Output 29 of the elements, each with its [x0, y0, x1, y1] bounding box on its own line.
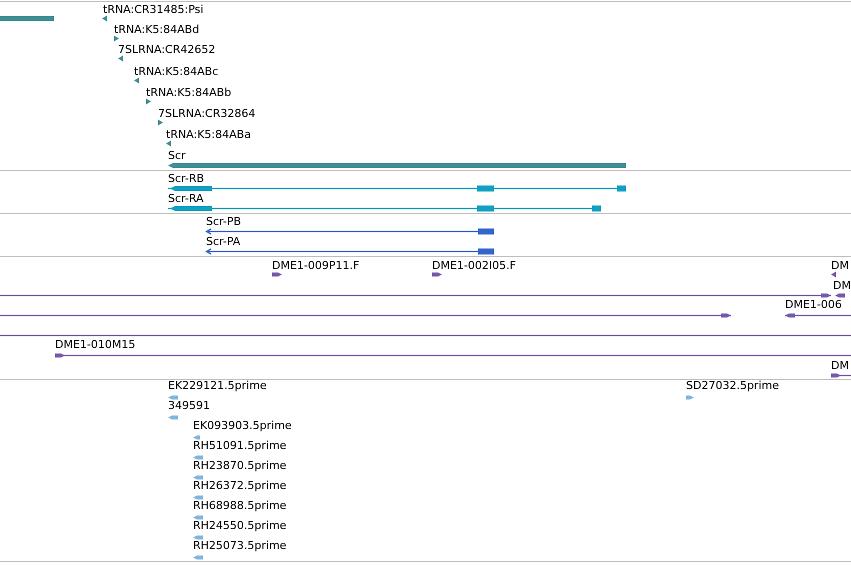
feature-label: DME1-006 — [785, 298, 842, 311]
feature-label: Scr-PB — [206, 215, 241, 228]
feature-label: Scr — [168, 149, 186, 162]
feature-label: RH26372.5prime — [193, 479, 286, 492]
feature-label: tRNA:K5:84ABd — [114, 23, 200, 36]
feature-label: RH68988.5prime — [193, 499, 286, 512]
feature-label: Scr-PA — [206, 235, 240, 248]
feature-label: RH24550.5prime — [193, 519, 286, 532]
feature-label: DME1-010M15 — [55, 338, 136, 351]
feature-label: 7SLRNA:CR32864 — [158, 107, 256, 120]
feature-label: 349591 — [168, 399, 210, 412]
feature-label: Scr-RA — [168, 192, 204, 205]
feature-label: RH23870.5prime — [193, 459, 286, 472]
feature-label: SD27032.5prime — [686, 380, 779, 392]
feature-label: DM — [831, 359, 849, 372]
feature-label: EK229121.5prime — [168, 380, 267, 392]
feature-label: Scr-RB — [168, 172, 204, 185]
feature-label: tRNA:K5:84ABb — [146, 86, 232, 99]
feature-label: DME1-002I05.F — [432, 259, 516, 272]
feature-label: 7SLRNA:CR42652 — [118, 43, 216, 56]
feature-label: EK093903.5prime — [193, 419, 292, 432]
feature-label: tRNA:K5:84ABa — [166, 128, 251, 141]
feature-label: DM — [833, 279, 851, 292]
feature-label: DME1-009P11.F — [272, 259, 360, 272]
feature-label: RH51091.5prime — [193, 439, 286, 452]
feature-label: DM — [831, 259, 849, 272]
feature-label: tRNA:K5:84ABc — [134, 65, 218, 78]
feature-label: tRNA:CR31485:Psi — [103, 3, 204, 16]
feature-label: RH25073.5prime — [193, 539, 286, 552]
